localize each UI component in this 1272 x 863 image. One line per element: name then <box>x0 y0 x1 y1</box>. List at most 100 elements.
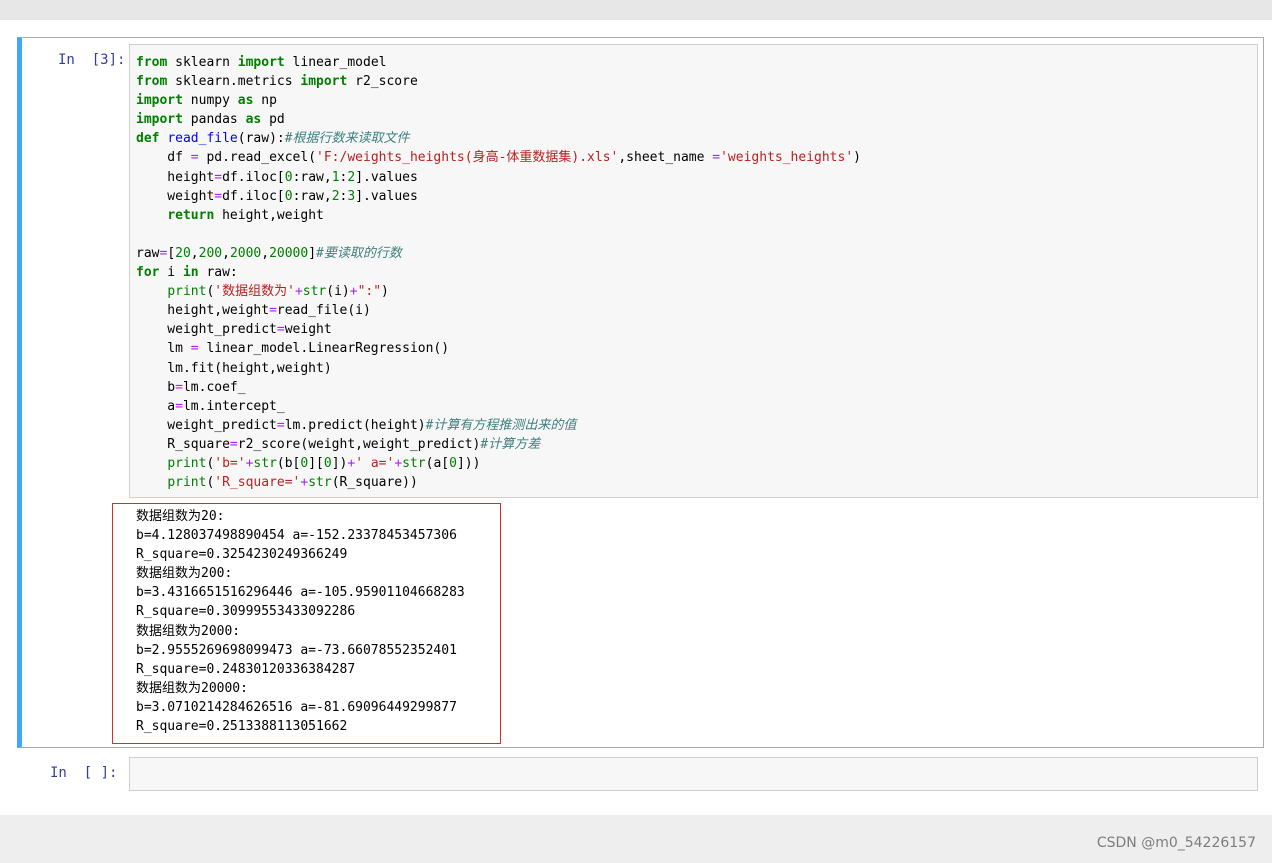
code-token: ' a=' <box>355 455 395 471</box>
page-footer <box>0 815 1272 863</box>
code-token: b <box>136 379 176 395</box>
code-token: ])) <box>456 455 481 471</box>
code-token: + <box>347 455 356 471</box>
code-token: height <box>136 169 215 185</box>
code-line: height=df.iloc[0:raw,1:2].values <box>136 168 861 187</box>
code-token: numpy <box>182 93 238 109</box>
code-line: weight_predict=lm.predict(height)#计算有方程推… <box>136 416 861 435</box>
code-token: ][ <box>308 455 324 471</box>
output-line: 数据组数为20: <box>136 509 225 524</box>
code-token: str <box>253 455 277 471</box>
code-token: linear_model.LinearRegression() <box>198 341 450 357</box>
code-token: df.iloc[ <box>222 169 285 185</box>
output-line: b=4.128037498890454 a=-152.2337845345730… <box>136 528 457 544</box>
code-token: r2_score(weight,weight_predict) <box>237 436 481 452</box>
output-line: R_square=0.2513388113051662 <box>136 719 348 735</box>
output-line: R_square=0.24830120336384287 <box>136 661 356 677</box>
code-token: 'weights_heights' <box>720 150 854 166</box>
output-line: 数据组数为2000: <box>136 623 241 639</box>
code-token: (R_square)) <box>331 475 418 491</box>
output-line: R_square=0.30999553433092286 <box>136 604 356 620</box>
code-editor[interactable]: from sklearn import linear_model from skl… <box>129 44 1258 498</box>
code-token: + <box>394 455 403 471</box>
code-token: + <box>294 284 303 300</box>
code-token: #计算方差 <box>480 436 541 452</box>
code-token: raw: <box>198 265 238 281</box>
code-token: #计算有方程推测出来的值 <box>425 417 577 433</box>
code-token: lm.coef_ <box>182 379 246 395</box>
output-text: 数据组数为20: b=4.128037498890454 a=-152.23378… <box>136 507 465 736</box>
code-token: :raw, <box>292 169 332 185</box>
code-token: = <box>214 169 223 185</box>
code-token: 2000 <box>229 245 262 261</box>
code-token: = <box>175 379 183 395</box>
code-token: pandas <box>182 112 246 128</box>
code-token: lm <box>136 341 191 357</box>
code-token: lm.fit(height,weight) <box>136 360 332 376</box>
code-token: (a[ <box>425 455 450 471</box>
input-prompt: In [3]: <box>58 52 126 68</box>
code-token: lm.intercept_ <box>182 398 285 414</box>
code-token: = <box>276 417 285 433</box>
code-token: , <box>222 245 230 261</box>
code-line: import numpy as np <box>136 91 861 110</box>
code-line: from sklearn.metrics import r2_score <box>136 72 861 91</box>
code-token: ].values <box>355 188 418 204</box>
code-line: print('R_square='+str(R_square)) <box>136 473 861 492</box>
top-bar <box>0 0 1272 20</box>
code-token: print <box>167 455 207 471</box>
code-token: weight_predict <box>136 322 277 338</box>
code-token: ].values <box>355 169 418 185</box>
code-token: read_file(i) <box>276 303 371 319</box>
code-line: b=lm.coef_ <box>136 378 861 397</box>
output-line: b=3.4316651516296446 a=-105.959011046682… <box>136 585 465 601</box>
code-token: weight <box>136 188 215 204</box>
code-token: , <box>261 245 270 261</box>
code-token: print <box>167 284 207 300</box>
code-token: df.iloc[ <box>222 188 285 204</box>
code-token: = <box>175 398 183 414</box>
code-token: read_file <box>167 131 238 147</box>
code-token: def <box>136 131 160 147</box>
code-token: import <box>136 112 183 128</box>
code-token: pd.read_excel( <box>198 150 317 166</box>
output-line: R_square=0.3254230249366249 <box>136 547 348 563</box>
code-token: ) <box>853 150 861 166</box>
code-token: a <box>136 398 176 414</box>
code-token: (raw): <box>237 131 285 147</box>
empty-code-editor[interactable] <box>129 757 1258 791</box>
code-token: df <box>136 150 191 166</box>
code-line: lm = linear_model.LinearRegression() <box>136 339 861 358</box>
code-token: for <box>136 265 160 281</box>
code-token: + <box>349 284 358 300</box>
code-token: 2 <box>347 169 356 185</box>
code-token: '数据组数为' <box>214 284 295 300</box>
code-token: :raw, <box>292 188 332 204</box>
code-token: 20000 <box>269 245 309 261</box>
code-line: lm.fit(height,weight) <box>136 359 861 378</box>
code-token: str <box>302 284 327 300</box>
code-token: height,weight <box>136 303 270 319</box>
code-token: (b[ <box>276 455 301 471</box>
output-line: b=3.0710214284626516 a=-81.6909644929987… <box>136 699 457 715</box>
code-token: 0 <box>284 188 293 204</box>
code-line: for i in raw: <box>136 263 861 282</box>
code-token: 0 <box>284 169 293 185</box>
watermark: CSDN @m0_54226157 <box>1096 835 1256 851</box>
code-token: , <box>190 245 199 261</box>
code-line: def read_file(raw):#根据行数来读取文件 <box>136 129 861 148</box>
code-text[interactable]: from sklearn import linear_model from skl… <box>136 53 861 492</box>
code-token: = <box>190 150 199 166</box>
code-token: as <box>237 93 254 109</box>
code-token: = <box>276 322 285 338</box>
code-token: #要读取的行数 <box>316 245 402 261</box>
code-token: ,sheet_name <box>618 150 713 166</box>
code-token: 'F:/weights_heights(身高-体重数据集).xls' <box>316 150 619 166</box>
code-token: ) <box>381 284 389 300</box>
code-token: str <box>402 455 426 471</box>
code-token: = <box>214 188 223 204</box>
